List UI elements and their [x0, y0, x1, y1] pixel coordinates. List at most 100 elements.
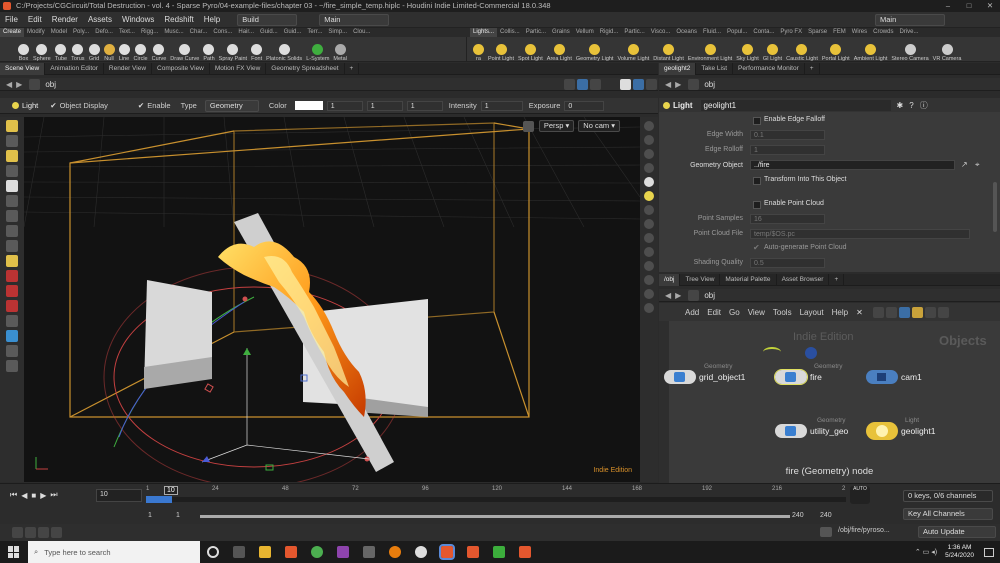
- tab-motion-fx-view[interactable]: Motion FX View: [210, 62, 267, 75]
- link-icon[interactable]: [577, 78, 588, 90]
- back-arrow-icon[interactable]: ◀: [6, 80, 12, 89]
- magnet2-tool-icon[interactable]: [6, 300, 18, 312]
- shelf-tool[interactable]: Geometry Light: [574, 37, 616, 62]
- shelf-tool[interactable]: Sky Light: [734, 37, 761, 62]
- enable-label[interactable]: Enable: [147, 101, 170, 110]
- desktop-dropdown[interactable]: Build: [237, 13, 298, 26]
- shelf-tool[interactable]: Circle: [132, 37, 150, 62]
- sticky-icon[interactable]: [924, 306, 936, 318]
- shelf-tool[interactable]: Line: [117, 37, 132, 62]
- net-menu-tools[interactable]: Tools: [769, 308, 796, 317]
- shelf-tool[interactable]: Environment Light: [686, 37, 734, 62]
- cortana-icon[interactable]: [207, 546, 219, 558]
- handle-tool-icon[interactable]: [6, 240, 18, 252]
- shelf-tool[interactable]: Platonic Solids: [264, 37, 304, 62]
- scene-viewport[interactable]: Persp ▾ No cam ▾ Indie Edition: [24, 117, 640, 482]
- shelf-tool[interactable]: Caustic Light: [784, 37, 820, 62]
- settings-circle-icon[interactable]: [51, 527, 62, 538]
- net-menu-add[interactable]: Add: [681, 308, 703, 317]
- menu-edit[interactable]: Edit: [23, 12, 47, 28]
- shelf-tool[interactable]: Box: [16, 37, 31, 62]
- maximize-button[interactable]: □: [959, 0, 979, 12]
- shelf-tool[interactable]: Point Light: [486, 37, 516, 62]
- node-cam1[interactable]: cam1: [866, 370, 922, 384]
- palette-icon[interactable]: [911, 306, 923, 318]
- net-menu-help[interactable]: Help: [828, 308, 852, 317]
- pose-tool-icon[interactable]: [6, 255, 18, 267]
- range-end[interactable]: 240: [792, 512, 804, 519]
- auto-key-button[interactable]: AUTO: [850, 486, 870, 504]
- help-icon[interactable]: ?: [909, 101, 913, 110]
- enable-point-cloud-checkbox[interactable]: [753, 201, 761, 209]
- shelf-tool[interactable]: Null: [102, 37, 117, 62]
- playhead-marker[interactable]: 10: [164, 486, 178, 495]
- shelf-tool[interactable]: Portal Light: [820, 37, 852, 62]
- camtasia-icon[interactable]: [493, 546, 505, 558]
- color-b-field[interactable]: 1: [406, 100, 443, 111]
- edge-rolloff-field[interactable]: 1: [750, 145, 825, 155]
- net-menu-layout[interactable]: Layout: [796, 308, 828, 317]
- main-dropdown[interactable]: Main: [319, 13, 390, 26]
- forward-arrow-icon[interactable]: ▶: [16, 80, 22, 89]
- tab-tree-view[interactable]: Tree View: [680, 273, 721, 286]
- close-button[interactable]: ✕: [980, 0, 1000, 12]
- shelf-tool[interactable]: Torus: [69, 37, 86, 62]
- node-utility-geo[interactable]: utility_geo: [775, 424, 848, 438]
- affinity-icon[interactable]: [337, 546, 349, 558]
- backdrop-icon[interactable]: [937, 306, 949, 318]
- auto-update-dropdown[interactable]: Auto Update: [918, 526, 996, 538]
- uv-icon[interactable]: [644, 275, 654, 285]
- render-region-icon[interactable]: [6, 330, 18, 342]
- tab-render-view[interactable]: Render View: [104, 62, 153, 75]
- arrow-tool-icon[interactable]: [6, 165, 18, 177]
- cursor-icon[interactable]: [644, 247, 654, 257]
- tab-animation-editor[interactable]: Animation Editor: [45, 62, 104, 75]
- go-to-end-icon[interactable]: ⏭: [50, 490, 57, 500]
- shelf-tool[interactable]: Volume Light: [615, 37, 651, 62]
- current-frame-field[interactable]: 10: [96, 489, 142, 502]
- node-name-field[interactable]: geolight1: [700, 99, 891, 111]
- display-toggle-icon[interactable]: [644, 121, 654, 131]
- menu-redshift[interactable]: Redshift: [159, 12, 198, 28]
- rotate-tool-icon[interactable]: [6, 210, 18, 222]
- info-icon[interactable]: ⓘ: [920, 100, 928, 111]
- tab-geometry-spreadsheet[interactable]: Geometry Spreadsheet: [266, 62, 345, 75]
- shelf-tool[interactable]: Curve: [150, 37, 169, 62]
- color-r-field[interactable]: 1: [326, 100, 363, 111]
- menu-file[interactable]: File: [0, 12, 23, 28]
- visibility-icon[interactable]: [644, 205, 654, 215]
- net-menu-go[interactable]: Go: [725, 308, 744, 317]
- brush-tool-icon[interactable]: [6, 270, 18, 282]
- tab-obj[interactable]: /obj: [659, 273, 681, 286]
- shelf-tool[interactable]: Area Light: [545, 37, 574, 62]
- forward-arrow-icon[interactable]: ▶: [675, 80, 681, 89]
- forward-arrow-icon[interactable]: ▶: [675, 291, 681, 300]
- houdini-active-icon[interactable]: [439, 544, 455, 560]
- go-to-start-icon[interactable]: ⏮: [10, 490, 17, 500]
- tab-scene-view[interactable]: Scene View: [0, 62, 46, 75]
- view-layout-icon[interactable]: [620, 78, 631, 90]
- node-geolight1[interactable]: geolight1: [866, 422, 936, 440]
- flipbook-tool-icon[interactable]: [6, 360, 18, 372]
- net-menu-view[interactable]: View: [744, 308, 769, 317]
- windows-start-icon[interactable]: [8, 546, 20, 558]
- split-icon[interactable]: [644, 303, 654, 313]
- minimize-button[interactable]: –: [938, 0, 958, 12]
- add-tab-icon[interactable]: +: [805, 62, 820, 75]
- persp-dropdown[interactable]: Persp ▾: [538, 120, 575, 132]
- gear-icon[interactable]: ✱: [897, 101, 904, 110]
- shelf-tool[interactable]: Distant Light: [651, 37, 686, 62]
- stop-icon[interactable]: ■: [31, 491, 36, 500]
- jump-to-node-icon[interactable]: ↗: [961, 160, 968, 169]
- realtime-icon[interactable]: [12, 527, 23, 538]
- scale-tool-icon[interactable]: [6, 225, 18, 237]
- tree-view-icon[interactable]: [898, 306, 910, 318]
- add-tab-icon[interactable]: +: [345, 62, 360, 75]
- wrench-icon[interactable]: ✕: [856, 308, 863, 317]
- list-view-icon[interactable]: [872, 306, 884, 318]
- bulb-toggle-icon[interactable]: [644, 191, 654, 201]
- node-fire[interactable]: fire: [774, 369, 822, 385]
- camera-tool-icon[interactable]: [6, 345, 18, 357]
- shelf-tool[interactable]: L-System: [304, 37, 331, 62]
- back-arrow-icon[interactable]: ◀: [665, 80, 671, 89]
